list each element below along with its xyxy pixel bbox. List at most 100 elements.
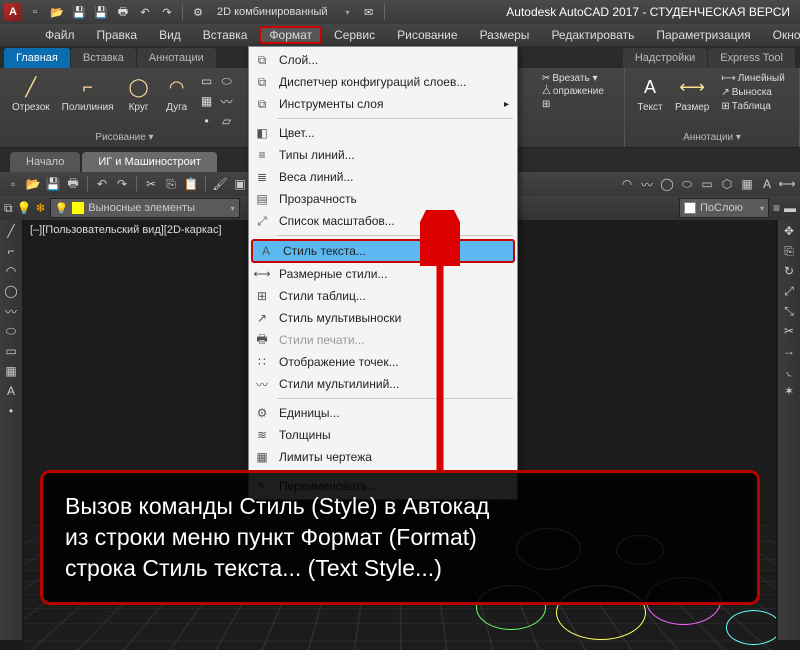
new-icon[interactable]: ▫ [26, 3, 44, 21]
qopen-icon[interactable]: 📂 [24, 175, 42, 193]
text-button[interactable]: AТекст [633, 72, 667, 115]
circle2-icon[interactable]: ◯ [2, 282, 20, 300]
app-icon[interactable]: A [4, 3, 22, 21]
open-icon[interactable]: 📂 [48, 3, 66, 21]
redo-icon[interactable]: ↷ [158, 3, 176, 21]
rect-icon[interactable]: ▭ [198, 72, 216, 90]
format-menu-item[interactable]: ⤢Список масштабов... [249, 210, 517, 232]
save-icon[interactable]: 💾 [70, 3, 88, 21]
layer-props-icon[interactable]: ⧉ [4, 201, 13, 216]
qsave-icon[interactable]: 💾 [44, 175, 62, 193]
copy2-icon[interactable]: ⎘ [780, 242, 798, 260]
workspace-label[interactable]: 2D комбинированный [211, 6, 334, 18]
panel-title-draw[interactable]: Рисование ▾ [8, 130, 241, 143]
hatch-tool-icon[interactable]: ▦ [738, 175, 756, 193]
trim-button[interactable]: ✂Врезать ▾ [538, 72, 616, 85]
format-menu-item[interactable]: ⧉Инструменты слоя▸ [249, 93, 517, 115]
saveas-icon[interactable]: 💾 [92, 3, 110, 21]
qprint-icon[interactable]: 🖶 [64, 175, 82, 193]
region-icon[interactable]: ▱ [218, 112, 236, 130]
format-menu-item[interactable]: ▦Лимиты чертежа [249, 446, 517, 468]
ellipse2-icon[interactable]: ⬭ [2, 322, 20, 340]
qundo-icon[interactable]: ↶ [93, 175, 111, 193]
menu-window[interactable]: Окно [763, 26, 800, 44]
menu-draw[interactable]: Рисование [387, 26, 467, 44]
format-menu-item[interactable]: ⚙Единицы... [249, 402, 517, 424]
linear-button[interactable]: ⟼Линейный [717, 72, 788, 85]
format-menu-item[interactable]: AСтиль текста... [251, 239, 515, 263]
rect-tool-icon[interactable]: ▭ [698, 175, 716, 193]
menu-modify[interactable]: Редактировать [541, 26, 644, 44]
ribbon-tab-express[interactable]: Express Tool [708, 48, 795, 68]
rect2-icon[interactable]: ▭ [2, 342, 20, 360]
format-menu-item[interactable]: ≋Толщины [249, 424, 517, 446]
doc-tab-active[interactable]: ИГ и Машиностроит [82, 152, 217, 172]
paste-icon[interactable]: 📋 [182, 175, 200, 193]
text2-icon[interactable]: A [2, 382, 20, 400]
lineweight-icon[interactable]: ▬ [784, 201, 796, 215]
copy-icon[interactable]: ⎘ [162, 175, 180, 193]
format-menu-item[interactable]: 🖶Стили печати... [249, 329, 517, 351]
qredo-icon[interactable]: ↷ [113, 175, 131, 193]
array-button[interactable]: ⊞ [538, 98, 616, 111]
color-combo[interactable]: ПоСлою [679, 198, 769, 218]
extend-icon[interactable]: → [780, 342, 798, 360]
pline2-icon[interactable]: ⌐ [2, 242, 20, 260]
cut-icon[interactable]: ✂ [142, 175, 160, 193]
format-menu-item[interactable]: ⧉Диспетчер конфигураций слоев... [249, 71, 517, 93]
undo-icon[interactable]: ↶ [136, 3, 154, 21]
poly-tool-icon[interactable]: ⬡ [718, 175, 736, 193]
format-menu-item[interactable]: ↗Стиль мультивыноски [249, 307, 517, 329]
menu-tools[interactable]: Сервис [324, 26, 385, 44]
spline2-icon[interactable]: 〰 [2, 302, 20, 320]
layer-combo[interactable]: 💡 Выносные элементы [50, 198, 240, 218]
menu-dimension[interactable]: Размеры [470, 26, 540, 44]
circle-button[interactable]: ◯Круг [122, 72, 156, 115]
rotate-icon[interactable]: ↻ [780, 262, 798, 280]
text-tool-icon[interactable]: A [758, 175, 776, 193]
ribbon-tab-home[interactable]: Главная [4, 48, 70, 68]
menu-insert[interactable]: Вставка [193, 26, 258, 44]
menu-edit[interactable]: Правка [87, 26, 148, 44]
ellipse-tool-icon[interactable]: ⬭ [678, 175, 696, 193]
dim-button[interactable]: ⟷Размер [671, 72, 713, 115]
format-menu-item[interactable]: ⟷Размерные стили... [249, 263, 517, 285]
format-menu-item[interactable]: ⊞Стили таблиц... [249, 285, 517, 307]
format-menu-item[interactable]: ◧Цвет... [249, 122, 517, 144]
qnew-icon[interactable]: ▫ [4, 175, 22, 193]
share-icon[interactable]: ✉ [360, 3, 378, 21]
spline-tool-icon[interactable]: 〰 [638, 175, 656, 193]
ribbon-tab-addins[interactable]: Надстройки [623, 48, 707, 68]
ribbon-tab-annot[interactable]: Аннотации [137, 48, 216, 68]
menu-file[interactable]: Файл [35, 26, 85, 44]
spline-icon[interactable]: 〰 [218, 92, 236, 110]
leader-button[interactable]: ↗Выноска [717, 86, 788, 99]
menu-parametric[interactable]: Параметризация [646, 26, 760, 44]
arc2-icon[interactable]: ◠ [2, 262, 20, 280]
mirror-button[interactable]: ⧊опражение [538, 85, 616, 98]
menu-view[interactable]: Вид [149, 26, 191, 44]
workspace-chevron-icon[interactable] [338, 3, 356, 21]
point2-icon[interactable]: • [2, 402, 20, 420]
match-icon[interactable]: 🖌 [211, 175, 229, 193]
hatch2-icon[interactable]: ▦ [2, 362, 20, 380]
line2-icon[interactable]: ╱ [2, 222, 20, 240]
view-label[interactable]: [–][Пользовательский вид][2D-каркас] [30, 224, 222, 236]
stretch-icon[interactable]: ⤡ [780, 302, 798, 320]
arc-tool-icon[interactable]: ◠ [618, 175, 636, 193]
format-menu-item[interactable]: ⧉Слой... [249, 49, 517, 71]
format-menu-item[interactable]: 〰Стили мультилиний... [249, 373, 517, 395]
scale-icon[interactable]: ⤢ [780, 282, 798, 300]
linetype-icon[interactable]: ≡ [773, 201, 780, 215]
menu-format[interactable]: Формат [259, 26, 322, 44]
hatch-icon[interactable]: ▦ [198, 92, 216, 110]
format-menu-item[interactable]: ∷Отображение точек... [249, 351, 517, 373]
layer-freeze-icon[interactable]: ❄ [36, 201, 46, 215]
explode-icon[interactable]: ✶ [780, 382, 798, 400]
dim-tool-icon[interactable]: ⟷ [778, 175, 796, 193]
ribbon-tab-insert[interactable]: Вставка [71, 48, 136, 68]
fillet-icon[interactable]: ◟ [780, 362, 798, 380]
arc-button[interactable]: ◠Дуга [160, 72, 194, 115]
format-menu-item[interactable]: ▤Прозрачность [249, 188, 517, 210]
trim2-icon[interactable]: ✂ [780, 322, 798, 340]
